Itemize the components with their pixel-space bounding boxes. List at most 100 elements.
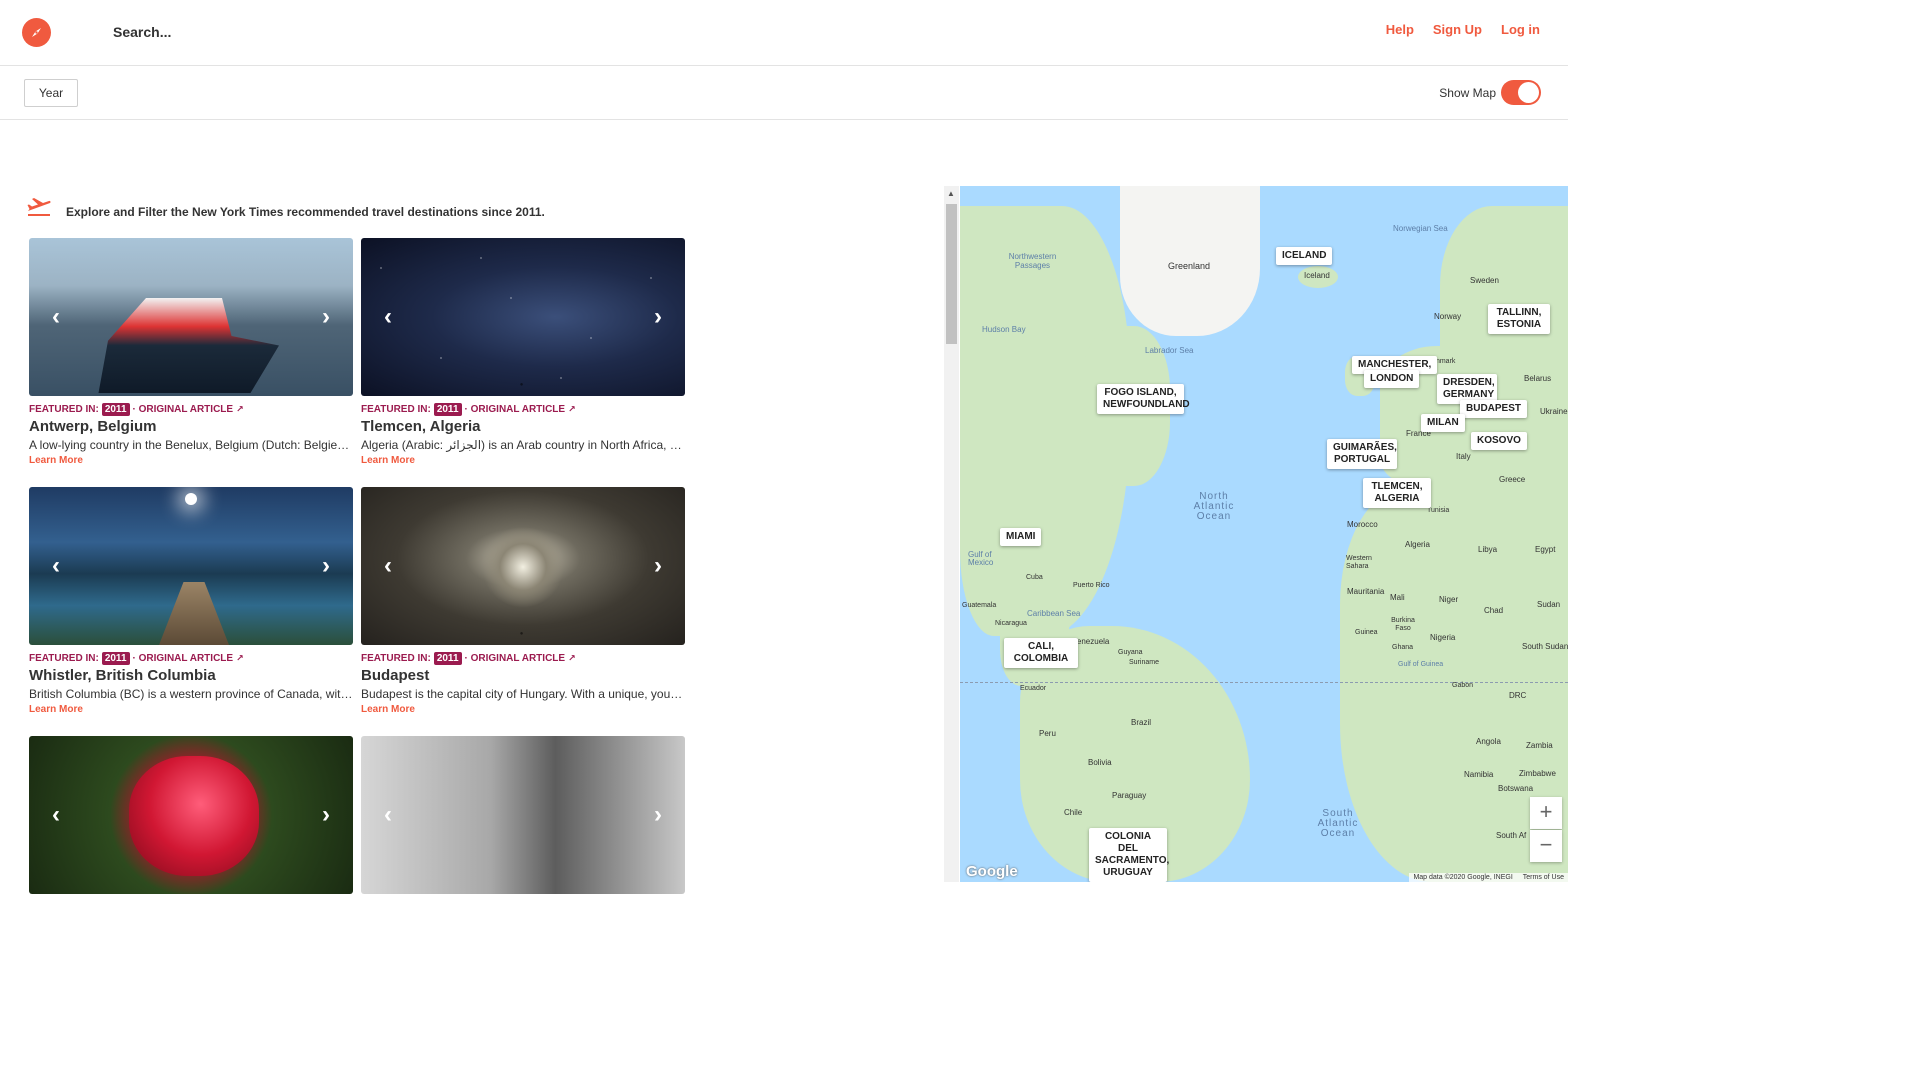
map-pin-iceland[interactable]: ICELAND <box>1276 247 1333 265</box>
world-map[interactable]: Greenland Iceland Norwegian Sea Sweden N… <box>960 186 1568 882</box>
map-pin-london[interactable]: LONDON <box>1364 370 1420 388</box>
map-label: Ecuador <box>1020 685 1047 692</box>
carousel-dots: ● <box>519 631 527 637</box>
search-input[interactable] <box>113 24 413 40</box>
featured-label: FEATURED IN: <box>29 404 99 415</box>
learn-more-link[interactable]: Learn More <box>29 455 353 466</box>
show-map-label: Show Map <box>1439 86 1496 100</box>
card-meta: FEATURED IN: 2011 · ORIGINAL ARTICLE ↗ <box>29 403 353 416</box>
map-pin-milan[interactable]: MILAN <box>1421 414 1465 432</box>
map-label: Ghana <box>1392 644 1414 651</box>
external-link-icon[interactable]: ↗ <box>568 404 576 415</box>
dock-image <box>159 582 229 645</box>
map-label: Iceland <box>1304 271 1330 280</box>
nav-links: Help Sign Up Log in <box>1386 22 1540 37</box>
next-image-icon[interactable]: › <box>316 554 336 578</box>
map-label: South Af <box>1496 831 1527 840</box>
map-label: Cuba <box>1026 574 1043 581</box>
map-pin-tlemcen[interactable]: TLEMCEN, ALGERIA <box>1363 478 1431 508</box>
card-image[interactable]: ‹ › ● <box>361 487 685 645</box>
card-image[interactable]: ‹ › <box>29 736 353 894</box>
list-scrollbar[interactable]: ▲ <box>944 186 959 882</box>
map-label: Caribbean Sea <box>1027 609 1081 618</box>
destination-card: ‹ › FEATURED IN: 2011 · ORIGINAL ARTICLE… <box>29 487 353 715</box>
map-label: Paraguay <box>1112 791 1147 800</box>
learn-more-link[interactable]: Learn More <box>361 704 685 715</box>
map-pin-budapest[interactable]: BUDAPEST <box>1460 400 1528 418</box>
show-map-toggle[interactable] <box>1501 80 1541 105</box>
card-image[interactable]: ‹ › <box>361 736 685 894</box>
map-label: Mauritania <box>1347 587 1385 596</box>
map-label: Sweden <box>1470 276 1499 285</box>
map-pin-miami[interactable]: MIAMI <box>1000 528 1042 546</box>
card-meta: FEATURED IN: 2011 · ORIGINAL ARTICLE ↗ <box>361 652 685 665</box>
scrollbar-thumb[interactable] <box>946 204 957 344</box>
zoom-out-button[interactable]: − <box>1530 830 1562 862</box>
ocean-label: South Atlantic Ocean <box>1317 808 1359 839</box>
map-label: Guinea <box>1355 629 1378 636</box>
moon-image <box>185 493 197 505</box>
destination-card: ‹ › ● FEATURED IN: 2011 · ORIGINAL ARTIC… <box>361 238 685 466</box>
featured-label: FEATURED IN: <box>29 653 99 664</box>
original-article-link[interactable]: · ORIGINAL ARTICLE <box>133 404 234 415</box>
prev-image-icon[interactable]: ‹ <box>378 803 398 827</box>
card-description: Algeria (Arabic: الجزائر) is an Arab cou… <box>361 438 685 452</box>
map-label: Egypt <box>1535 545 1556 554</box>
map-pin-colonia[interactable]: COLONIA DEL SACRAMENTO, URUGUAY <box>1089 828 1169 882</box>
map-label: Algeria <box>1405 540 1430 549</box>
map-label: Sudan <box>1537 600 1561 609</box>
original-article-link[interactable]: · ORIGINAL ARTICLE <box>465 653 566 664</box>
map-label: Zambia <box>1526 741 1553 750</box>
map-pin-cali[interactable]: CALI, COLOMBIA <box>1004 638 1078 668</box>
terms-of-use-link[interactable]: Terms of Use <box>1523 874 1564 881</box>
next-image-icon[interactable]: › <box>648 305 668 329</box>
map-footer: Map data ©2020 Google, INEGI Terms of Us… <box>1409 873 1568 882</box>
card-image[interactable]: ‹ › ● <box>361 238 685 396</box>
featured-label: FEATURED IN: <box>361 404 431 415</box>
next-image-icon[interactable]: › <box>648 803 668 827</box>
google-logo: Google <box>966 863 1018 880</box>
sign-up-link[interactable]: Sign Up <box>1433 22 1482 37</box>
next-image-icon[interactable]: › <box>648 554 668 578</box>
learn-more-link[interactable]: Learn More <box>361 455 685 466</box>
destination-card: ‹ › ● FEATURED IN: 2011 · ORIGINAL ARTIC… <box>361 487 685 715</box>
card-description: A low-lying country in the Benelux, Belg… <box>29 438 353 452</box>
flower-image <box>129 756 259 876</box>
map-label: Hudson Bay <box>982 325 1026 334</box>
map-label: Norwegian Sea <box>1393 224 1448 233</box>
next-image-icon[interactable]: › <box>316 803 336 827</box>
card-image[interactable]: ‹ › <box>29 487 353 645</box>
card-meta: FEATURED IN: 2011 · ORIGINAL ARTICLE ↗ <box>361 403 685 416</box>
original-article-link[interactable]: · ORIGINAL ARTICLE <box>133 653 234 664</box>
external-link-icon[interactable]: ↗ <box>236 404 244 415</box>
external-link-icon[interactable]: ↗ <box>568 653 576 664</box>
map-label: Greece <box>1499 475 1526 484</box>
help-link[interactable]: Help <box>1386 22 1414 37</box>
learn-more-link[interactable]: Learn More <box>29 704 353 715</box>
prev-image-icon[interactable]: ‹ <box>46 305 66 329</box>
compass-logo-icon[interactable] <box>22 18 51 47</box>
prev-image-icon[interactable]: ‹ <box>378 305 398 329</box>
original-article-link[interactable]: · ORIGINAL ARTICLE <box>465 404 566 415</box>
card-title: Whistler, British Columbia <box>29 667 216 684</box>
map-pin-kosovo[interactable]: KOSOVO <box>1471 432 1527 450</box>
map-label: Zimbabwe <box>1519 769 1556 778</box>
prev-image-icon[interactable]: ‹ <box>46 803 66 827</box>
next-image-icon[interactable]: › <box>316 305 336 329</box>
year-filter-button[interactable]: Year <box>24 79 78 107</box>
card-image[interactable]: ‹ › <box>29 238 353 396</box>
card-description: Budapest is the capital city of Hungary.… <box>361 687 685 701</box>
scroll-up-icon[interactable]: ▲ <box>947 189 955 198</box>
map-pin-fogo-island[interactable]: FOGO ISLAND, NEWFOUNDLAND <box>1097 384 1190 414</box>
external-link-icon[interactable]: ↗ <box>236 653 244 664</box>
prev-image-icon[interactable]: ‹ <box>46 554 66 578</box>
tunnel-image <box>481 527 565 607</box>
map-pin-tallinn[interactable]: TALLINN, ESTONIA <box>1488 304 1550 334</box>
ocean-label: North Atlantic Ocean <box>1193 491 1235 522</box>
map-pin-guimaraes[interactable]: GUIMARÃES, PORTUGAL <box>1327 439 1397 469</box>
log-in-link[interactable]: Log in <box>1501 22 1540 37</box>
zoom-in-button[interactable]: + <box>1530 797 1562 829</box>
map-label: Chile <box>1064 808 1083 817</box>
prev-image-icon[interactable]: ‹ <box>378 554 398 578</box>
map-label: Guyana <box>1118 649 1143 656</box>
